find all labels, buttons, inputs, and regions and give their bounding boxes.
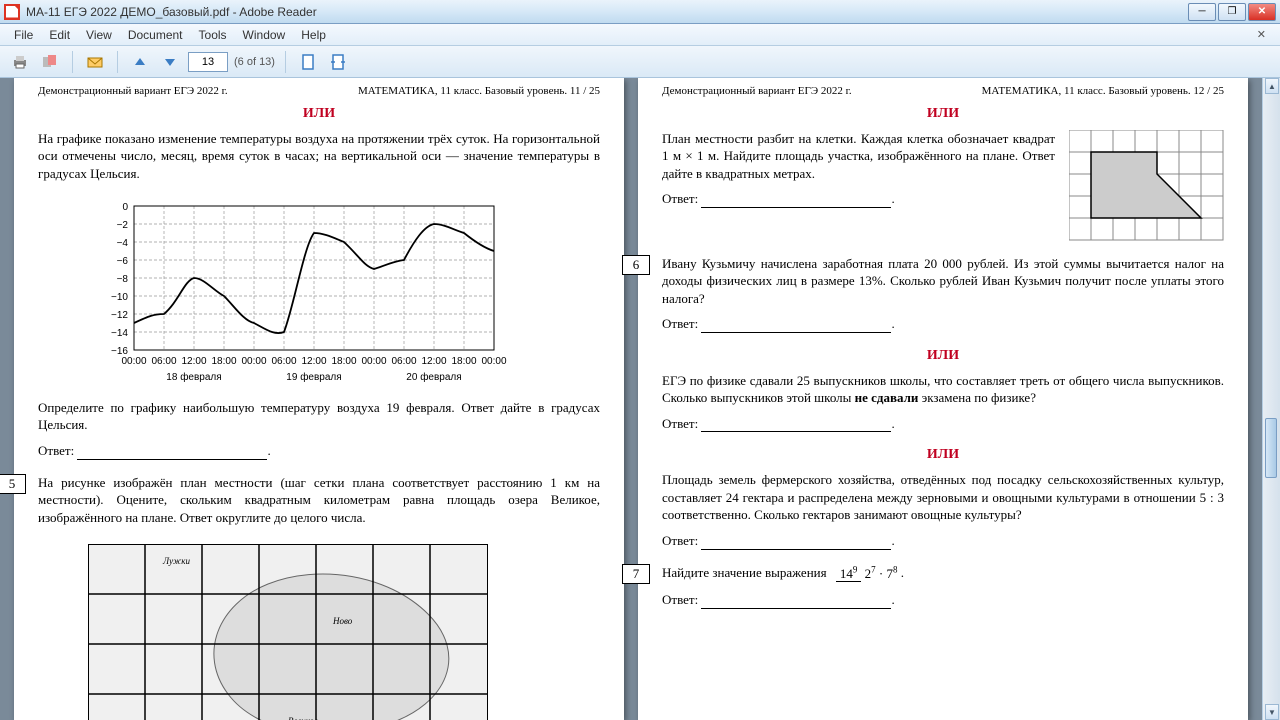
svg-text:00:00: 00:00 <box>121 356 146 367</box>
window-title: МА-11 ЕГЭ 2022 ДЕМО_базовый.pdf - Adobe … <box>26 5 1188 19</box>
svg-text:−14: −14 <box>111 328 128 339</box>
menu-close-doc[interactable]: ✕ <box>1249 28 1274 41</box>
task-7-text: Найдите значение выражения 149 27 · 78 . <box>662 564 1224 583</box>
task-6-text: Ивану Кузьмичу начислена заработная плат… <box>662 255 1224 308</box>
answer-line-r2: Ответ: . <box>662 315 1224 333</box>
svg-text:−8: −8 <box>117 274 129 285</box>
svg-text:06:00: 06:00 <box>151 356 176 367</box>
vertical-scrollbar[interactable]: ▲ ▼ <box>1262 78 1280 720</box>
close-button[interactable]: ✕ <box>1248 3 1276 21</box>
temperature-chart: 0 −2 −4 −6 −8 −10 −12 −14 −16 00:00 06:0… <box>98 198 518 388</box>
page-down-button[interactable] <box>158 50 182 74</box>
answer-line-r3: Ответ: . <box>662 415 1224 433</box>
task-6c-text: Площадь земель фермерского хозяйства, от… <box>662 471 1224 524</box>
maximize-button[interactable]: ❐ <box>1218 3 1246 21</box>
svg-text:−12: −12 <box>111 310 128 321</box>
page-up-button[interactable] <box>128 50 152 74</box>
page-header-right-r: МАТЕМАТИКА, 11 класс. Базовый уровень. 1… <box>982 84 1224 99</box>
svg-text:Великое: Великое <box>288 716 318 720</box>
svg-text:06:00: 06:00 <box>271 356 296 367</box>
svg-text:20 февраля: 20 февраля <box>406 371 461 383</box>
svg-text:−10: −10 <box>111 292 128 303</box>
svg-text:Ново: Ново <box>332 616 353 626</box>
area-grid-figure <box>1069 130 1224 245</box>
menu-view[interactable]: View <box>78 26 120 44</box>
page-count-label: (6 of 13) <box>234 56 275 68</box>
ili-heading-r2: ИЛИ <box>662 347 1224 366</box>
menu-edit[interactable]: Edit <box>41 26 78 44</box>
app-icon <box>4 4 20 20</box>
toolbar: (6 of 13) <box>0 46 1280 78</box>
menu-help[interactable]: Help <box>293 26 334 44</box>
svg-text:Лужки: Лужки <box>162 556 190 566</box>
svg-text:18:00: 18:00 <box>331 356 356 367</box>
menu-tools[interactable]: Tools <box>191 26 235 44</box>
task-7-number: 7 <box>622 564 650 584</box>
page-left: Демонстрационный вариант ЕГЭ 2022 г. МАТ… <box>14 78 624 720</box>
svg-text:0: 0 <box>122 202 128 213</box>
answer-line: Ответ: . <box>38 442 600 460</box>
fraction-expression: 149 27 · 78 <box>836 564 898 583</box>
svg-text:18 февраля: 18 февраля <box>166 371 221 383</box>
scroll-up-button[interactable]: ▲ <box>1265 78 1279 94</box>
svg-text:18:00: 18:00 <box>451 356 476 367</box>
page-right: Демонстрационный вариант ЕГЭ 2022 г. МАТ… <box>638 78 1248 720</box>
svg-text:12:00: 12:00 <box>301 356 326 367</box>
titlebar: МА-11 ЕГЭ 2022 ДЕМО_базовый.pdf - Adobe … <box>0 0 1280 24</box>
task-4-question: Определите по графику наибольшую темпера… <box>38 399 600 434</box>
menubar: File Edit View Document Tools Window Hel… <box>0 24 1280 46</box>
svg-text:−2: −2 <box>117 220 129 231</box>
document-area: Демонстрационный вариант ЕГЭ 2022 г. МАТ… <box>0 78 1280 720</box>
scroll-down-button[interactable]: ▼ <box>1265 704 1279 720</box>
task-4-text: На графике показано изменение температур… <box>38 130 600 183</box>
task-5-text: На рисунке изображён план местности (шаг… <box>38 474 600 527</box>
svg-text:00:00: 00:00 <box>361 356 386 367</box>
page-header-left: Демонстрационный вариант ЕГЭ 2022 г. <box>38 84 228 99</box>
answer-line-r5: Ответ: . <box>662 591 1224 609</box>
svg-text:−6: −6 <box>117 256 129 267</box>
svg-text:12:00: 12:00 <box>421 356 446 367</box>
scroll-thumb[interactable] <box>1265 418 1277 478</box>
fit-page-button[interactable] <box>296 50 320 74</box>
email-button[interactable] <box>83 50 107 74</box>
ili-heading-r1: ИЛИ <box>662 105 1224 124</box>
svg-text:00:00: 00:00 <box>241 356 266 367</box>
menu-document[interactable]: Document <box>120 26 191 44</box>
task-6-number: 6 <box>622 255 650 275</box>
svg-text:−4: −4 <box>117 238 129 249</box>
fit-width-button[interactable] <box>326 50 350 74</box>
page-number-input[interactable] <box>188 52 228 72</box>
page-header-left-r: Демонстрационный вариант ЕГЭ 2022 г. <box>662 84 852 99</box>
ili-heading: ИЛИ <box>38 105 600 124</box>
svg-text:18:00: 18:00 <box>211 356 236 367</box>
menu-file[interactable]: File <box>6 26 41 44</box>
ili-heading-r3: ИЛИ <box>662 446 1224 465</box>
minimize-button[interactable]: ─ <box>1188 3 1216 21</box>
print-button[interactable] <box>8 50 32 74</box>
map-plan: Лужки Ново Великое <box>88 544 488 720</box>
svg-text:00:00: 00:00 <box>481 356 506 367</box>
menu-window[interactable]: Window <box>235 26 294 44</box>
task-5-number: 5 <box>0 474 26 494</box>
svg-text:06:00: 06:00 <box>391 356 416 367</box>
svg-text:12:00: 12:00 <box>181 356 206 367</box>
answer-line-r4: Ответ: . <box>662 532 1224 550</box>
svg-text:19 февраля: 19 февраля <box>286 371 341 383</box>
page-header-right: МАТЕМАТИКА, 11 класс. Базовый уровень. 1… <box>358 84 600 99</box>
task-6b-text: ЕГЭ по физике сдавали 25 выпускников шко… <box>662 372 1224 407</box>
combine-button[interactable] <box>38 50 62 74</box>
